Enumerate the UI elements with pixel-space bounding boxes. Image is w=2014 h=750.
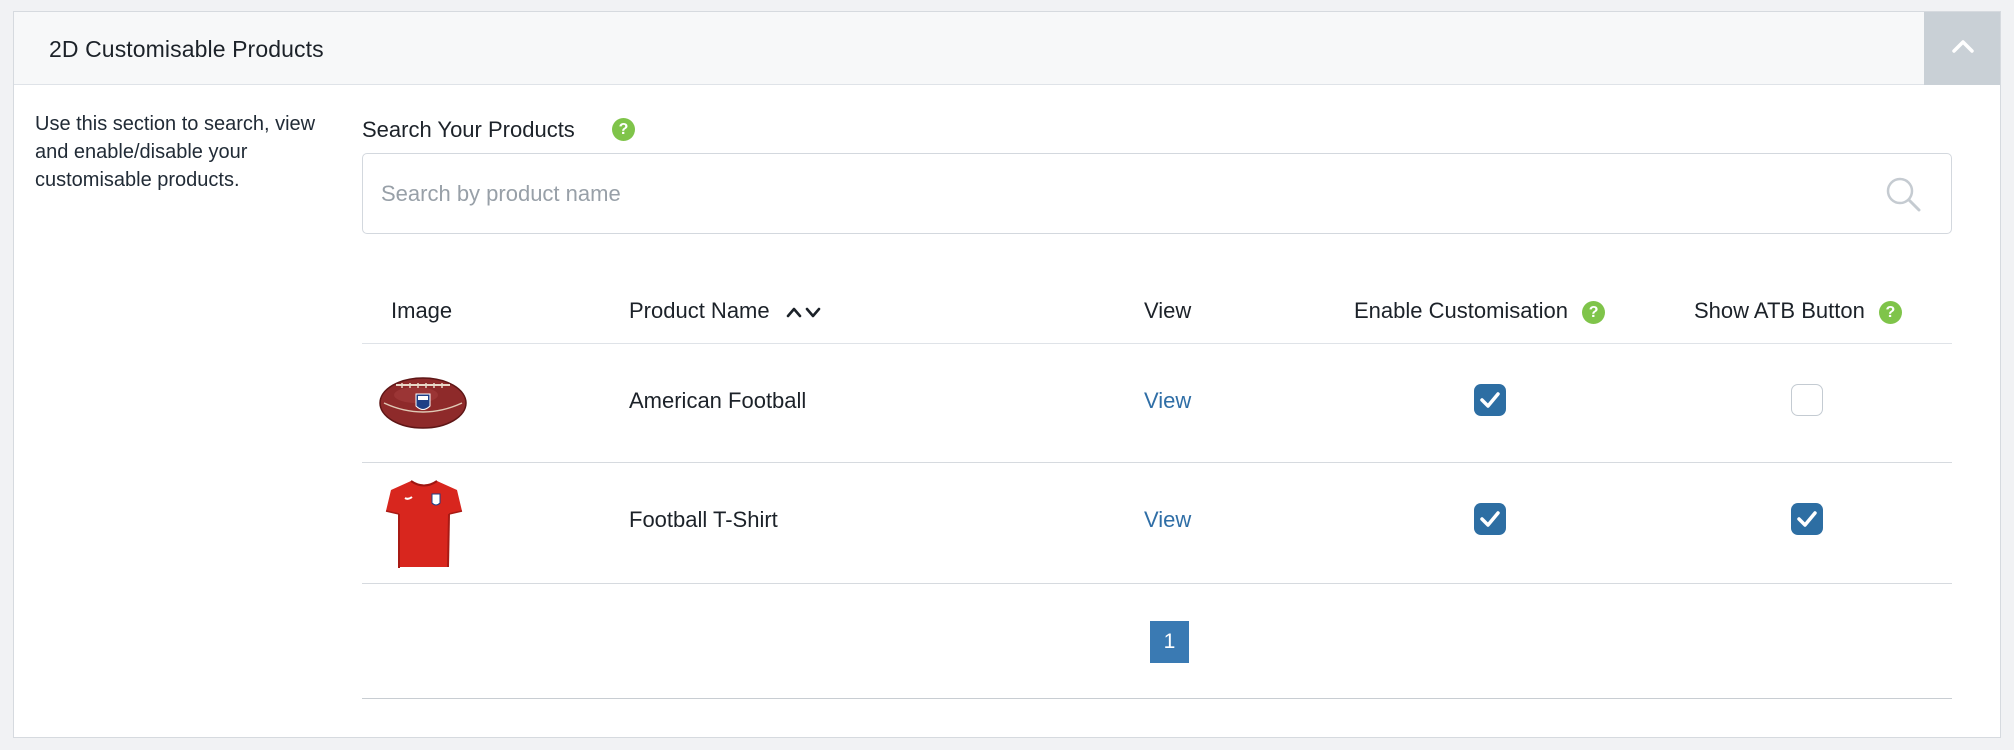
show-atb-help-icon[interactable]: ?	[1878, 300, 1902, 324]
search-label-text: Search Your Products	[362, 117, 575, 142]
check-icon	[1797, 511, 1817, 527]
column-header-image: Image	[391, 298, 453, 323]
table-bottom-divider	[362, 698, 1952, 699]
product-name: Football T-Shirt	[629, 507, 778, 532]
panel-title: 2D Customisable Products	[49, 36, 324, 62]
column-header-enable-customisation: Enable Customisation ?	[1354, 298, 1606, 324]
column-header-product-name[interactable]: Product Name	[629, 298, 824, 324]
search-box	[362, 153, 1952, 234]
t-shirt-image	[385, 480, 463, 568]
view-link[interactable]: View	[1144, 388, 1191, 414]
enable-customisation-checkbox[interactable]	[1474, 384, 1506, 416]
search-help-icon[interactable]: ?	[612, 118, 635, 141]
check-icon	[1480, 511, 1500, 527]
enable-customisation-help-icon[interactable]: ?	[1582, 300, 1606, 324]
pagination-page-button[interactable]: 1	[1150, 621, 1189, 663]
search-icon[interactable]	[1885, 176, 1921, 212]
view-link[interactable]: View	[1144, 507, 1191, 533]
column-header-view: View	[1144, 298, 1192, 323]
product-name: American Football	[629, 388, 807, 413]
show-atb-checkbox[interactable]	[1791, 503, 1823, 535]
table-header: Image Product Name View Enable Customisa…	[362, 280, 1952, 344]
collapse-button[interactable]	[1924, 12, 2000, 85]
show-atb-header-label: Show ATB Button	[1694, 298, 1865, 323]
check-icon	[1480, 392, 1500, 408]
table-row: Football T-Shirt View	[362, 463, 1952, 584]
section-description: Use this section to search, view and ena…	[35, 113, 316, 191]
enable-customisation-checkbox[interactable]	[1474, 503, 1506, 535]
sort-arrows-icon[interactable]	[784, 303, 824, 321]
search-input[interactable]	[381, 154, 1861, 233]
enable-customisation-header-label: Enable Customisation	[1354, 298, 1569, 323]
product-name-header-label: Product Name	[629, 298, 770, 323]
column-header-show-atb: Show ATB Button ?	[1694, 298, 1902, 324]
table-row: American Football View	[362, 344, 1952, 463]
american-football-image	[379, 377, 467, 429]
search-label: Search Your Products ?	[362, 117, 635, 143]
panel-header: 2D Customisable Products	[14, 12, 2000, 85]
show-atb-checkbox[interactable]	[1791, 384, 1823, 416]
chevron-up-icon	[1952, 40, 1974, 53]
